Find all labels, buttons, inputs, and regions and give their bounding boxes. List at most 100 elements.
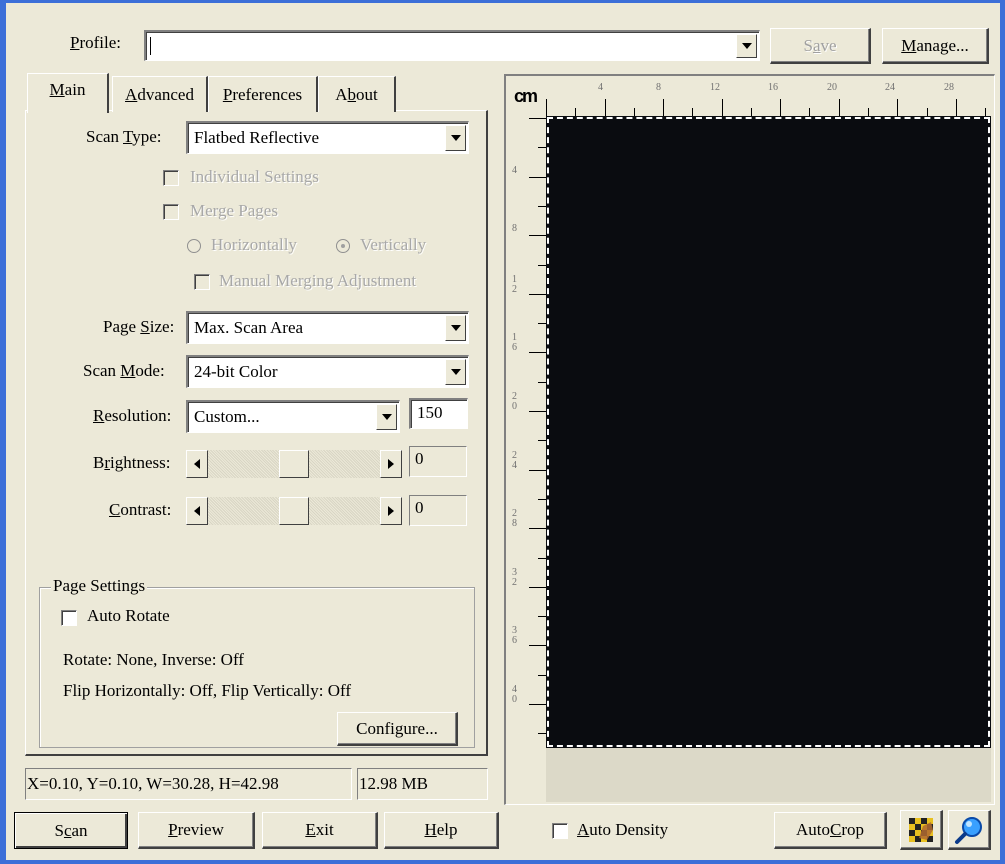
- left-ruler-label: 2: [512, 284, 517, 295]
- size-text: 12.98 MB: [359, 774, 428, 793]
- merge-pages-label: Merge Pages: [190, 201, 278, 220]
- rotate-status-text: Rotate: None, Inverse: Off: [63, 650, 244, 669]
- vertically-radio[interactable]: [336, 239, 350, 253]
- top-ruler-label: 4: [598, 82, 603, 93]
- individual-settings-checkbox[interactable]: [163, 170, 179, 186]
- tab-about[interactable]: Ab out: [318, 76, 396, 112]
- configure-button[interactable]: Configure...: [337, 712, 458, 746]
- left-ruler-label: 0: [512, 401, 517, 412]
- merge-pages-checkbox[interactable]: [163, 204, 179, 220]
- left-ruler-label: 6: [512, 342, 517, 353]
- arrow-right-icon: [388, 459, 394, 469]
- scan-mode-dropdown-button[interactable]: [445, 359, 466, 385]
- scan-button[interactable]: Sc an: [14, 812, 128, 849]
- contrast-thumb[interactable]: [279, 497, 309, 525]
- top-ruler: 4 8 12 16 20 24 28: [546, 82, 991, 118]
- brightness-label: Brightness:: [93, 453, 171, 472]
- tab-main[interactable]: Main: [27, 73, 109, 113]
- manual-merging-checkbox[interactable]: [194, 274, 210, 290]
- auto-crop-button[interactable]: Auto Crop: [774, 812, 887, 849]
- left-ruler-label: 2: [512, 577, 517, 588]
- top-ruler-label: 28: [944, 82, 954, 93]
- individual-settings-label: Individual Settings: [190, 167, 319, 186]
- left-ruler-label: 8: [512, 518, 517, 529]
- left-ruler: 481216202428323640: [512, 118, 548, 748]
- chevron-down-icon: [450, 135, 461, 141]
- brightness-value-box: 0: [409, 446, 467, 477]
- manual-merging-label: Manual Merging Adjustment: [219, 271, 417, 290]
- left-ruler-label: 4: [512, 460, 517, 471]
- window-frame-top: [0, 0, 1005, 3]
- brightness-thumb[interactable]: [279, 450, 309, 478]
- color-adjust-icon: [909, 817, 933, 842]
- coords-status: X=0.10, Y=0.10, W=30.28, H=42.98: [25, 768, 352, 800]
- top-ruler-label: 12: [710, 82, 720, 93]
- page-size-select[interactable]: Max. Scan Area: [186, 311, 469, 344]
- scan-mode-value: 24-bit Color: [194, 362, 278, 381]
- selection-marquee[interactable]: [547, 117, 990, 747]
- chevron-down-icon: [450, 325, 461, 331]
- left-ruler-label: 4: [512, 165, 517, 176]
- preview-bottom-area: [546, 748, 991, 802]
- horizontally-label: Horizontally: [211, 235, 297, 254]
- top-ruler-label: 16: [768, 82, 778, 93]
- scan-type-label: Scan Type:: [86, 127, 162, 146]
- zoom-button[interactable]: [948, 810, 991, 850]
- resolution-number-input[interactable]: 150: [409, 398, 468, 429]
- left-ruler-label: 8: [512, 223, 517, 234]
- page-settings-title: Page Settings: [51, 576, 148, 596]
- horizontally-radio[interactable]: [187, 239, 201, 253]
- resolution-select[interactable]: Custom...: [186, 400, 400, 433]
- scan-mode-select[interactable]: 24-bit Color: [186, 355, 469, 388]
- arrow-left-icon: [194, 506, 200, 516]
- text-caret: [150, 37, 151, 55]
- left-ruler-label: 0: [512, 694, 517, 705]
- auto-density-label: Auto Density: [577, 820, 669, 839]
- window-frame-left: [0, 0, 6, 864]
- top-ruler-label: 24: [885, 82, 895, 93]
- window-frame-right: [1000, 0, 1005, 864]
- left-ruler-label: 6: [512, 635, 517, 646]
- scan-type-dropdown-button[interactable]: [445, 125, 466, 151]
- profile-combo[interactable]: [144, 30, 760, 61]
- preview-image[interactable]: [546, 116, 991, 748]
- size-status: 12.98 MB: [357, 768, 488, 800]
- resolution-value: Custom...: [194, 407, 260, 426]
- page-size-label: Page Size:: [103, 317, 175, 336]
- contrast-label: Contrast:: [109, 500, 172, 519]
- contrast-slider[interactable]: [186, 497, 402, 525]
- top-ruler-label: 20: [827, 82, 837, 93]
- auto-density-checkbox[interactable]: [552, 823, 568, 839]
- brightness-increase-button[interactable]: [380, 450, 402, 478]
- save-button[interactable]: Sa ve: [770, 28, 871, 64]
- ruler-unit: cm: [514, 86, 538, 106]
- contrast-decrease-button[interactable]: [186, 497, 208, 525]
- page-size-dropdown-button[interactable]: [445, 315, 466, 341]
- radio-selected-dot: [341, 244, 345, 248]
- brightness-slider[interactable]: [186, 450, 402, 478]
- chevron-down-icon: [741, 43, 752, 49]
- scan-mode-label: Scan Mode:: [83, 361, 165, 380]
- resolution-dropdown-button[interactable]: [376, 404, 397, 430]
- auto-rotate-checkbox[interactable]: [61, 610, 77, 626]
- resolution-label: Resolution:: [93, 406, 172, 425]
- contrast-value: 0: [415, 498, 424, 517]
- chevron-down-icon: [381, 414, 392, 420]
- profile-label: Profile:: [70, 33, 122, 52]
- profile-dropdown-button[interactable]: [736, 34, 757, 58]
- color-adjust-button[interactable]: [900, 810, 943, 850]
- scan-type-select[interactable]: Flatbed Reflective: [186, 121, 469, 154]
- brightness-decrease-button[interactable]: [186, 450, 208, 478]
- resolution-number-value: 150: [417, 403, 443, 422]
- exit-button[interactable]: Exit: [262, 812, 378, 849]
- contrast-increase-button[interactable]: [380, 497, 402, 525]
- vertically-label: Vertically: [360, 235, 427, 254]
- top-ruler-label: 8: [656, 82, 661, 93]
- tab-advanced[interactable]: Advanced: [112, 76, 208, 112]
- preview-button[interactable]: Preview: [138, 812, 255, 849]
- coords-text: X=0.10, Y=0.10, W=30.28, H=42.98: [27, 774, 279, 793]
- manage-button[interactable]: Manage...: [882, 28, 989, 64]
- tab-preferences[interactable]: Preferences: [208, 76, 318, 112]
- scan-type-value: Flatbed Reflective: [194, 128, 320, 147]
- help-button[interactable]: Help: [384, 812, 499, 849]
